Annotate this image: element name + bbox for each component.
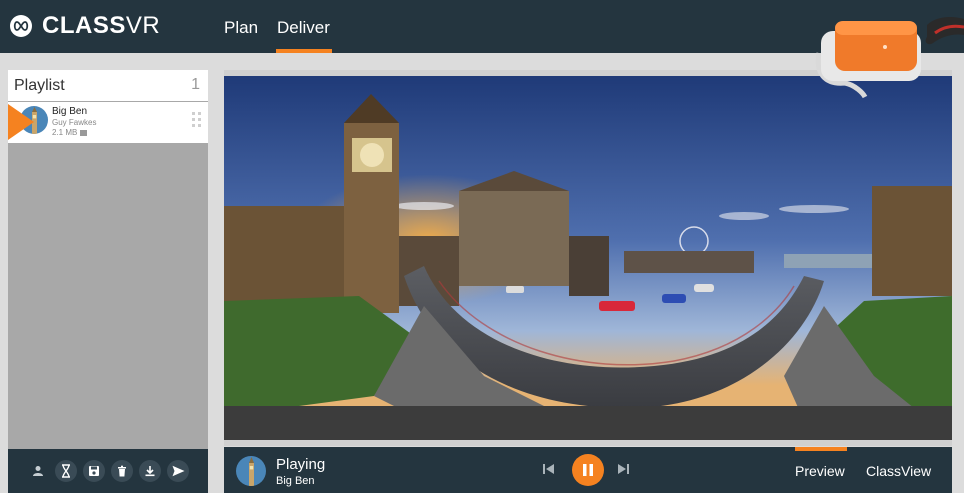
playlist-header: Playlist 1 xyxy=(8,70,208,101)
now-playing-title: Big Ben xyxy=(276,475,315,487)
player-bar: Playing Big Ben Preview ClassView xyxy=(224,447,952,493)
download-icon[interactable] xyxy=(139,460,161,482)
tab-preview[interactable]: Preview xyxy=(795,463,845,479)
trash-icon[interactable] xyxy=(111,460,133,482)
now-playing-arrow-icon xyxy=(8,104,34,140)
pause-icon xyxy=(583,464,593,476)
save-icon[interactable] xyxy=(83,460,105,482)
playlist-item-subtitle: Guy Fawkes xyxy=(52,118,97,127)
send-icon[interactable] xyxy=(167,460,189,482)
panorama-viewer[interactable] xyxy=(224,76,952,440)
preview-tab-indicator xyxy=(795,447,847,451)
tab-classview[interactable]: ClassView xyxy=(866,463,931,479)
nav-deliver[interactable]: Deliver xyxy=(277,18,330,38)
panorama-image xyxy=(224,76,952,440)
logo-text-light: VR xyxy=(125,12,161,39)
logo-text-bold: CLASS xyxy=(42,12,126,39)
vr-headset-illustration xyxy=(815,13,964,101)
playlist-count: 1 xyxy=(191,76,200,93)
playlist-title: Playlist xyxy=(14,77,65,94)
video-file-icon xyxy=(79,129,87,136)
playlist-item-size: 2.1 MB xyxy=(52,128,87,137)
hourglass-icon[interactable] xyxy=(55,460,77,482)
playlist-panel: Playlist 1 Big Ben Guy Fawkes 2.1 MB xyxy=(8,70,208,493)
nav-plan[interactable]: Plan xyxy=(224,18,258,38)
pause-button[interactable] xyxy=(572,454,604,486)
logo-text: CLASSVR xyxy=(42,12,160,40)
person-icon[interactable] xyxy=(27,460,49,482)
playback-status: Playing xyxy=(276,456,326,473)
classvr-logo[interactable]: CLASSVR xyxy=(10,12,160,40)
next-track-icon[interactable] xyxy=(616,462,630,481)
drag-handle-icon[interactable] xyxy=(192,112,202,130)
infinity-logo-icon xyxy=(10,15,32,37)
now-playing-thumbnail xyxy=(236,456,266,486)
playlist-item-title: Big Ben xyxy=(52,106,88,117)
previous-track-icon[interactable] xyxy=(542,462,556,481)
playlist-toolbar xyxy=(8,449,208,493)
playlist-item-size-text: 2.1 MB xyxy=(52,128,78,137)
playlist-item[interactable]: Big Ben Guy Fawkes 2.1 MB xyxy=(8,102,208,143)
